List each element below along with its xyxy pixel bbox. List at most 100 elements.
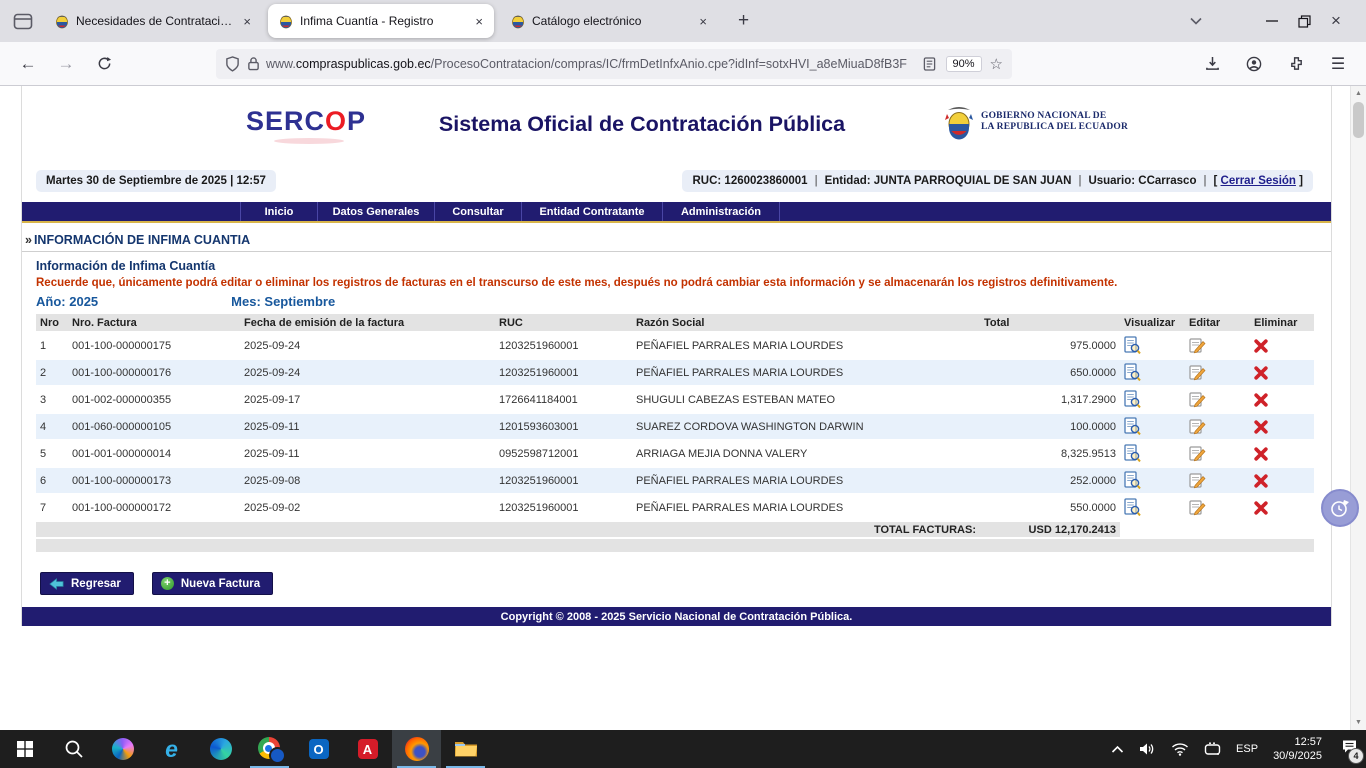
tab-close-icon[interactable]: ×: [240, 14, 254, 29]
volume-icon[interactable]: [1139, 742, 1156, 756]
taskbar-outlook-button[interactable]: O: [294, 730, 343, 768]
back-button[interactable]: ←: [12, 48, 44, 80]
taskbar-file-explorer-button[interactable]: [441, 730, 490, 768]
connect-display-icon[interactable]: [1204, 742, 1221, 756]
eliminar-icon[interactable]: [1254, 393, 1268, 407]
bookmark-star-icon[interactable]: ☆: [990, 55, 1003, 73]
total-facturas-label: TOTAL FACTURAS:: [632, 521, 980, 537]
eliminar-icon[interactable]: [1254, 339, 1268, 353]
internet-explorer-icon: e: [165, 738, 178, 761]
scroll-down-arrow[interactable]: ▼: [1351, 715, 1366, 730]
taskbar-firefox-button[interactable]: [392, 730, 441, 768]
usuario-label: Usuario:: [1088, 175, 1135, 187]
taskbar-internet-explorer-button[interactable]: e: [147, 730, 196, 768]
tab-close-icon[interactable]: ×: [472, 14, 486, 29]
datetime-pill: Martes 30 de Septiembre de 2025 | 12:57: [36, 170, 276, 192]
url-text[interactable]: www.compraspublicas.gob.ec/ProcesoContra…: [266, 57, 923, 71]
chrome-profile-badge: [269, 747, 286, 764]
eliminar-icon[interactable]: [1254, 420, 1268, 434]
firefox-view-button[interactable]: [8, 7, 38, 35]
nro-cell: 4: [36, 413, 68, 440]
outlook-glyph: O: [313, 743, 323, 756]
editar-icon[interactable]: [1189, 445, 1206, 462]
editar-icon[interactable]: [1189, 391, 1206, 408]
logo-swoosh: [274, 138, 344, 144]
menu-item-datos-generales[interactable]: Datos Generales: [318, 202, 435, 221]
notification-center-button[interactable]: 4: [1341, 739, 1358, 759]
plus-icon: +: [161, 577, 174, 590]
editar-icon[interactable]: [1189, 337, 1206, 354]
tab-catalogo[interactable]: Catálogo electrónico ×: [500, 4, 718, 38]
menu-hamburger-icon[interactable]: ☰: [1322, 48, 1354, 80]
forward-button[interactable]: →: [50, 48, 82, 80]
taskbar-acrobat-button[interactable]: A: [343, 730, 392, 768]
reload-button[interactable]: [88, 48, 120, 80]
taskbar-edge-button[interactable]: [196, 730, 245, 768]
logout-link[interactable]: Cerrar Sesión: [1221, 175, 1296, 187]
menu-item-administracion[interactable]: Administración: [663, 202, 780, 221]
taskbar-search-button[interactable]: [49, 730, 98, 768]
invoice-row: 4001-060-0000001052025-09-11120159360300…: [36, 413, 1314, 440]
zoom-level-indicator[interactable]: 90%: [946, 56, 982, 72]
tracking-shield-icon[interactable]: [225, 56, 240, 72]
scroll-up-arrow[interactable]: ▲: [1351, 86, 1366, 101]
tab-infima-cuantia[interactable]: Infima Cuantía - Registro ×: [268, 4, 494, 38]
wifi-icon[interactable]: [1171, 742, 1189, 756]
editar-icon[interactable]: [1189, 499, 1206, 516]
visualizar-icon[interactable]: [1124, 444, 1141, 463]
visualizar-icon[interactable]: [1124, 363, 1141, 382]
menu-item-entidad-contratante[interactable]: Entidad Contratante: [522, 202, 663, 221]
page-viewport: SERCOP Sistema Oficial de Contratación P…: [0, 86, 1366, 730]
editar-icon[interactable]: [1189, 472, 1206, 489]
main-menu: Inicio Datos Generales Consultar Entidad…: [22, 202, 1331, 223]
col-visualizar: Visualizar: [1120, 314, 1185, 332]
visualizar-icon[interactable]: [1124, 471, 1141, 490]
new-tab-button[interactable]: +: [732, 10, 755, 32]
visualizar-icon[interactable]: [1124, 336, 1141, 355]
eliminar-icon[interactable]: [1254, 447, 1268, 461]
eliminar-icon[interactable]: [1254, 501, 1268, 515]
tab-necesidades[interactable]: Necesidades de Contratación y ×: [44, 4, 262, 38]
editar-icon[interactable]: [1189, 418, 1206, 435]
visualizar-icon[interactable]: [1124, 498, 1141, 517]
menu-item-inicio[interactable]: Inicio: [240, 202, 318, 221]
tab-close-icon[interactable]: ×: [696, 14, 710, 29]
visualizar-icon[interactable]: [1124, 417, 1141, 436]
eliminar-icon[interactable]: [1254, 366, 1268, 380]
eliminar-icon[interactable]: [1254, 474, 1268, 488]
minimize-button[interactable]: [1256, 6, 1288, 36]
start-button[interactable]: [0, 730, 49, 768]
downloads-icon[interactable]: [1196, 48, 1228, 80]
extension-timer-badge[interactable]: [1321, 489, 1359, 527]
url-domain: compraspublicas.gob.ec: [296, 57, 431, 71]
account-icon[interactable]: [1238, 48, 1270, 80]
extensions-icon[interactable]: [1280, 48, 1312, 80]
clock-date[interactable]: 12:57 30/9/2025: [1273, 735, 1322, 764]
editar-icon-cell: [1185, 494, 1250, 521]
clock-rocket-icon: [1329, 497, 1351, 519]
scrollbar-thumb[interactable]: [1353, 102, 1364, 138]
menu-item-consultar[interactable]: Consultar: [435, 202, 522, 221]
eliminar-icon-cell: [1250, 332, 1314, 359]
tray-chevron-icon[interactable]: [1111, 745, 1124, 754]
reader-mode-icon[interactable]: [923, 57, 936, 71]
regresar-button[interactable]: Regresar: [40, 572, 134, 595]
session-bar: Martes 30 de Septiembre de 2025 | 12:57 …: [36, 170, 1313, 192]
lock-icon[interactable]: [247, 56, 260, 71]
taskbar-copilot-button[interactable]: [98, 730, 147, 768]
visualizar-icon-cell: [1120, 386, 1185, 413]
close-button[interactable]: ×: [1320, 6, 1352, 36]
windows-logo-icon: [17, 741, 33, 757]
tab-list-chevron-icon[interactable]: [1180, 6, 1212, 36]
eliminar-icon-cell: [1250, 386, 1314, 413]
page-scrollbar[interactable]: ▲ ▼: [1350, 86, 1366, 730]
restore-button[interactable]: [1288, 6, 1320, 36]
taskbar-chrome-button[interactable]: [245, 730, 294, 768]
razon-cell: PEÑAFIEL PARRALES MARIA LOURDES: [632, 494, 980, 521]
url-bar[interactable]: www.compraspublicas.gob.ec/ProcesoContra…: [216, 49, 1012, 79]
notification-count-badge: 4: [1348, 748, 1364, 764]
nueva-factura-button[interactable]: + Nueva Factura: [152, 572, 273, 595]
editar-icon[interactable]: [1189, 364, 1206, 381]
language-indicator[interactable]: ESP: [1236, 743, 1258, 755]
visualizar-icon[interactable]: [1124, 390, 1141, 409]
